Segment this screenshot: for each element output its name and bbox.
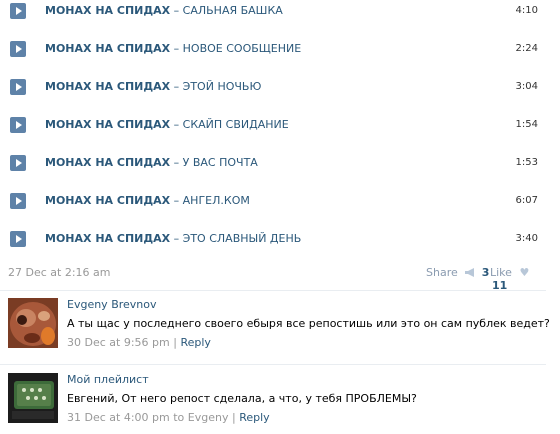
- play-icon[interactable]: [10, 41, 26, 57]
- like-button[interactable]: Like ♥ 11: [490, 266, 544, 292]
- track-duration: 3:04: [515, 81, 538, 92]
- track-line: МОНАХ НА СПИДАХ – АНГЕЛ.КОМ: [45, 194, 250, 207]
- track-artist[interactable]: МОНАХ НА СПИДАХ: [45, 232, 170, 245]
- avatar[interactable]: [8, 298, 58, 348]
- track-row[interactable]: МОНАХ НА СПИДАХ – ЭТО СЛАВНЫЙ ДЕНЬ 3:40: [0, 228, 556, 266]
- track-duration: 6:07: [515, 195, 538, 206]
- post-footer: 27 Dec at 2:16 am Share 3 Like ♥ 11: [8, 266, 544, 292]
- reply-button[interactable]: Reply: [239, 411, 269, 424]
- track-line: МОНАХ НА СПИДАХ – ЭТОЙ НОЧЬЮ: [45, 80, 261, 93]
- comment-author[interactable]: Evgeny Brevnov: [67, 298, 157, 311]
- reply-to-link[interactable]: to Evgeny: [173, 411, 228, 424]
- track-dash: –: [173, 232, 180, 245]
- post-date[interactable]: 27 Dec at 2:16 am: [8, 266, 110, 279]
- track-row[interactable]: МОНАХ НА СПИДАХ – СКАЙП СВИДАНИЕ 1:54: [0, 114, 556, 152]
- track-dash: –: [173, 42, 180, 55]
- comment-text: Евгений, От него репост сделала, а что, …: [67, 392, 417, 405]
- divider: [0, 364, 546, 365]
- comment: Evgeny Brevnov А ты щас у последнего сво…: [8, 298, 550, 358]
- reply-button[interactable]: Reply: [180, 336, 210, 349]
- track-title[interactable]: ЭТО СЛАВНЫЙ ДЕНЬ: [183, 232, 302, 245]
- track-duration: 2:24: [515, 43, 538, 54]
- track-duration: 1:54: [515, 119, 538, 130]
- megaphone-icon: [465, 268, 475, 277]
- track-title[interactable]: САЛЬНАЯ БАШКА: [183, 4, 283, 17]
- play-icon[interactable]: [10, 117, 26, 133]
- like-label: Like: [490, 266, 512, 279]
- track-artist[interactable]: МОНАХ НА СПИДАХ: [45, 194, 170, 207]
- share-label: Share: [426, 266, 458, 279]
- heart-icon: ♥: [519, 266, 530, 279]
- play-icon[interactable]: [10, 193, 26, 209]
- track-artist[interactable]: МОНАХ НА СПИДАХ: [45, 4, 170, 17]
- track-title[interactable]: НОВОЕ СООБЩЕНИЕ: [183, 42, 302, 55]
- play-icon[interactable]: [10, 79, 26, 95]
- track-dash: –: [173, 4, 180, 17]
- avatar[interactable]: [8, 373, 58, 423]
- track-duration: 4:10: [515, 5, 538, 16]
- comment-author[interactable]: Мой плейлист: [67, 373, 149, 386]
- track-duration: 3:40: [515, 233, 538, 244]
- track-artist[interactable]: МОНАХ НА СПИДАХ: [45, 80, 170, 93]
- track-title[interactable]: СКАЙП СВИДАНИЕ: [183, 118, 289, 131]
- track-row[interactable]: МОНАХ НА СПИДАХ – АНГЕЛ.КОМ 6:07: [0, 190, 556, 228]
- meta-separator: |: [231, 411, 236, 424]
- meta-separator: |: [173, 336, 177, 349]
- track-title[interactable]: У ВАС ПОЧТА: [183, 156, 258, 169]
- track-artist[interactable]: МОНАХ НА СПИДАХ: [45, 42, 170, 55]
- track-row[interactable]: МОНАХ НА СПИДАХ – НОВОЕ СООБЩЕНИЕ 2:24: [0, 38, 556, 76]
- track-title[interactable]: АНГЕЛ.КОМ: [183, 194, 250, 207]
- track-dash: –: [173, 194, 180, 207]
- share-button[interactable]: Share 3: [426, 266, 489, 279]
- comment-text: А ты щас у последнего своего ебыря все р…: [67, 317, 550, 330]
- track-line: МОНАХ НА СПИДАХ – ЭТО СЛАВНЫЙ ДЕНЬ: [45, 232, 301, 245]
- share-count: 3: [481, 266, 490, 279]
- track-dash: –: [173, 156, 180, 169]
- track-title[interactable]: ЭТОЙ НОЧЬЮ: [183, 80, 262, 93]
- track-line: МОНАХ НА СПИДАХ – НОВОЕ СООБЩЕНИЕ: [45, 42, 301, 55]
- track-line: МОНАХ НА СПИДАХ – СКАЙП СВИДАНИЕ: [45, 118, 289, 131]
- track-dash: –: [173, 118, 180, 131]
- comment-meta: 30 Dec at 9:56 pm | Reply: [67, 336, 211, 349]
- comment-date[interactable]: 30 Dec at 9:56 pm: [67, 336, 170, 349]
- track-row[interactable]: МОНАХ НА СПИДАХ – У ВАС ПОЧТА 1:53: [0, 152, 556, 190]
- track-row[interactable]: МОНАХ НА СПИДАХ – ЭТОЙ НОЧЬЮ 3:04: [0, 76, 556, 114]
- track-line: МОНАХ НА СПИДАХ – САЛЬНАЯ БАШКА: [45, 4, 283, 17]
- comment: Мой плейлист Евгений, От него репост сде…: [8, 373, 548, 433]
- play-icon[interactable]: [10, 155, 26, 171]
- divider: [0, 290, 546, 291]
- track-row[interactable]: МОНАХ НА СПИДАХ – САЛЬНАЯ БАШКА 4:10: [0, 0, 556, 38]
- play-icon[interactable]: [10, 3, 26, 19]
- track-artist[interactable]: МОНАХ НА СПИДАХ: [45, 156, 170, 169]
- comment-meta: 31 Dec at 4:00 pm to Evgeny | Reply: [67, 411, 270, 424]
- track-line: МОНАХ НА СПИДАХ – У ВАС ПОЧТА: [45, 156, 258, 169]
- play-icon[interactable]: [10, 231, 26, 247]
- track-artist[interactable]: МОНАХ НА СПИДАХ: [45, 118, 170, 131]
- track-duration: 1:53: [515, 157, 538, 168]
- comment-date[interactable]: 31 Dec at 4:00 pm: [67, 411, 170, 424]
- track-dash: –: [173, 80, 180, 93]
